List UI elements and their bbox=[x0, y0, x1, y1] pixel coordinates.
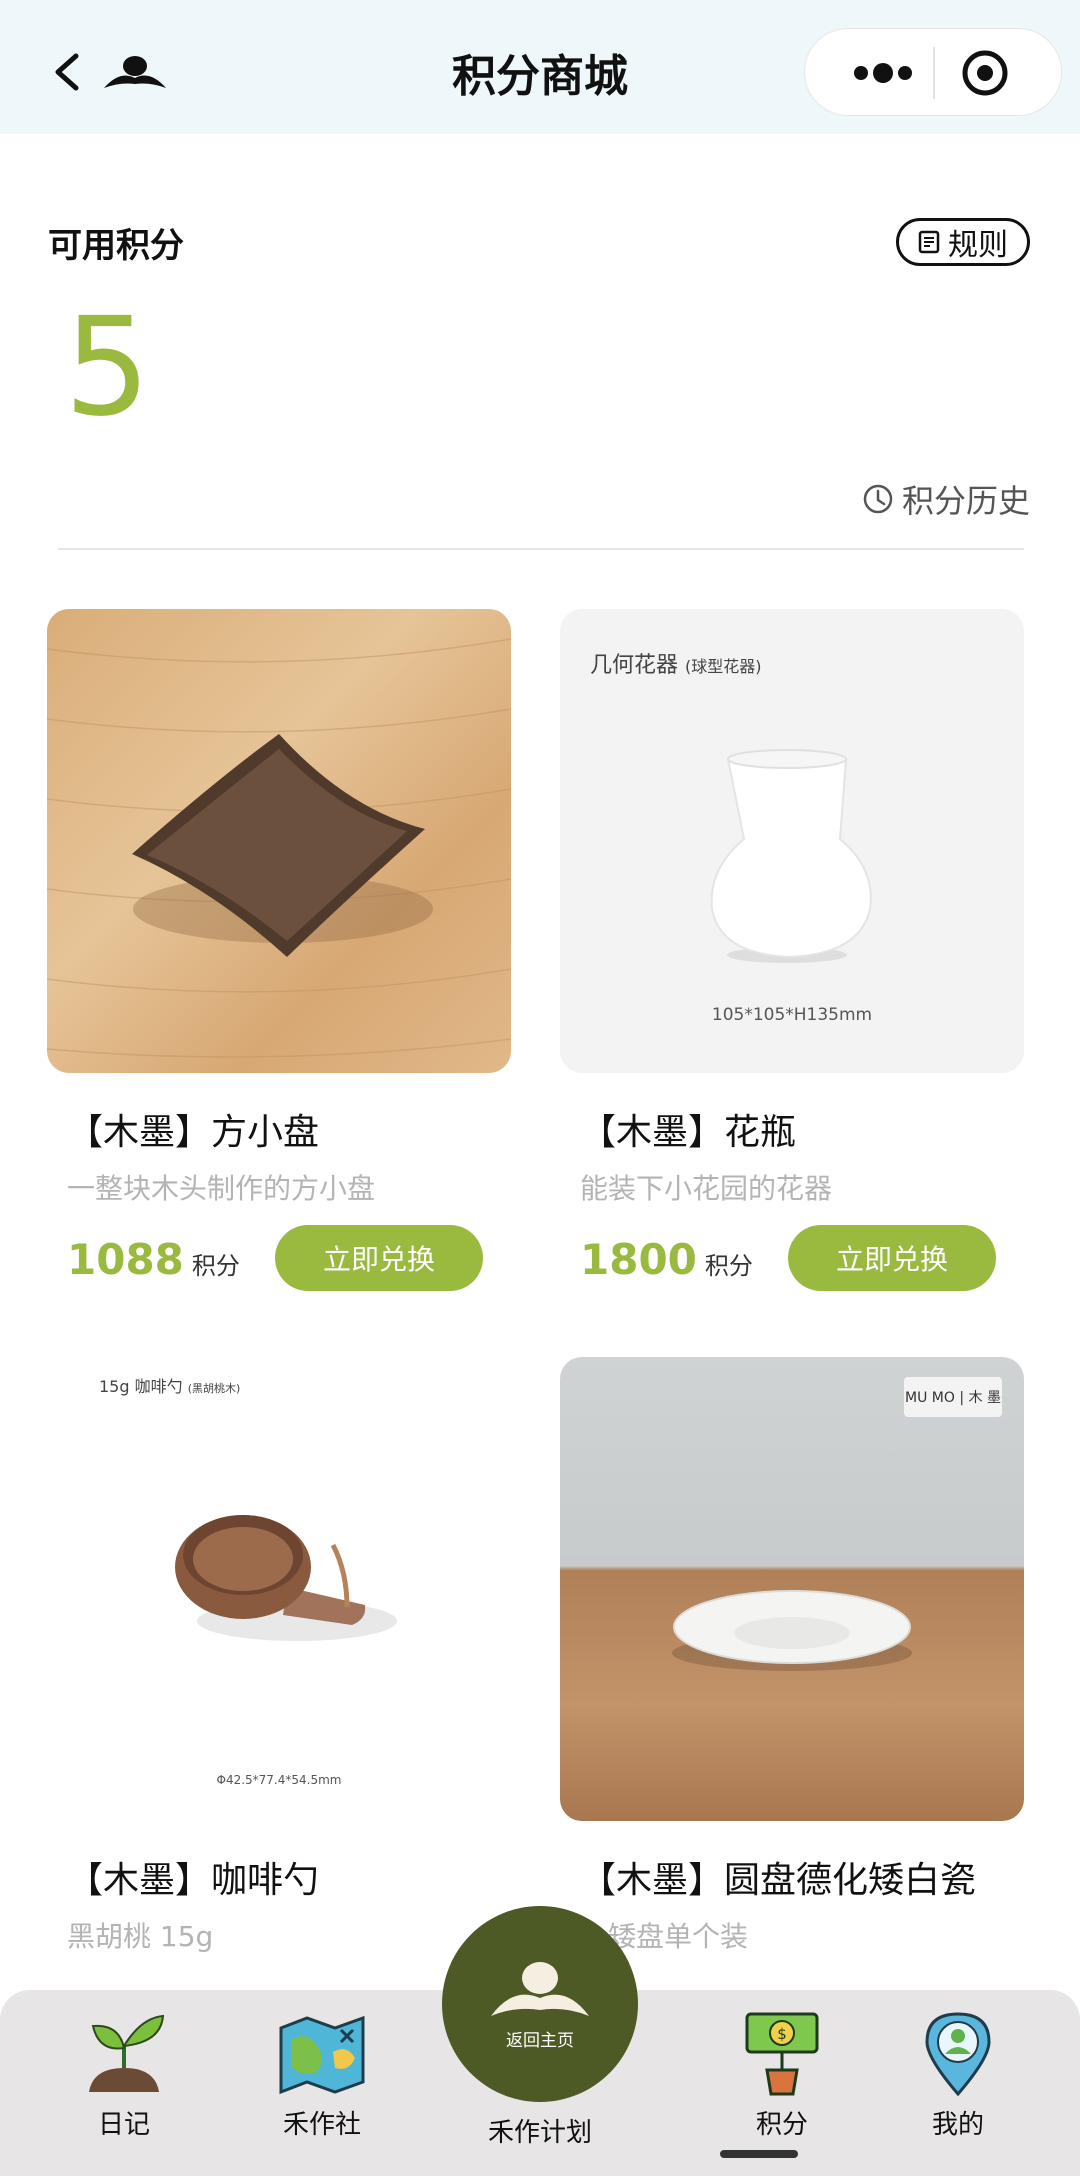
home-button[interactable]: 返回主页 bbox=[442, 1906, 638, 2102]
wood-tray-illustration bbox=[47, 638, 511, 1058]
home-logo-icon bbox=[491, 1961, 589, 2016]
sprout-icon bbox=[89, 2014, 165, 2092]
map-icon bbox=[279, 2015, 365, 2095]
home-button-label: 返回主页 bbox=[506, 2030, 574, 2051]
product-price: 1088 积分 bbox=[67, 1235, 240, 1284]
tab-community[interactable]: 禾作社 bbox=[222, 2008, 422, 2141]
tab-profile[interactable]: 我的 bbox=[858, 2008, 1058, 2141]
product-image[interactable]: 15g 咖啡勺 (黑胡桃木) Φ42.5*77.4*54.5mm bbox=[47, 1357, 511, 1821]
price-value: 1088 bbox=[67, 1235, 184, 1284]
product-card[interactable]: MU MO | 木 墨 【木墨】圆盘德化矮白瓷 小矮盘单个装 bbox=[560, 1357, 1024, 1953]
more-options-icon[interactable] bbox=[831, 59, 931, 87]
nav-header: 积分商城 bbox=[0, 0, 1080, 134]
redeem-button[interactable]: 立即兑换 bbox=[275, 1225, 483, 1291]
capsule-divider bbox=[933, 47, 935, 99]
points-value: 5 bbox=[64, 289, 151, 447]
tab-label: 我的 bbox=[931, 2110, 984, 2140]
close-target-icon[interactable] bbox=[961, 49, 1009, 97]
image-dimensions: Φ42.5*77.4*54.5mm bbox=[216, 1773, 342, 1787]
home-indicator bbox=[720, 2150, 798, 2158]
rules-label: 规则 bbox=[948, 228, 1008, 263]
product-card[interactable]: 几何花器 (球型花器) 105*105*H135mm 【木墨】花瓶 能装下小花园… bbox=[560, 609, 1024, 1291]
white-plate-illustration bbox=[672, 1590, 912, 1671]
tab-label: 日记 bbox=[97, 2110, 150, 2140]
product-description: 黑胡桃 15g bbox=[67, 1920, 214, 1953]
product-card[interactable]: 【木墨】方小盘 一整块木头制作的方小盘 1088 积分 立即兑换 bbox=[47, 609, 511, 1291]
product-name: 【木墨】花瓶 bbox=[580, 1112, 797, 1153]
price-value: 1800 bbox=[580, 1235, 697, 1284]
document-icon bbox=[918, 230, 940, 254]
money-plant-icon: $ bbox=[745, 2012, 819, 2096]
mini-program-capsule bbox=[804, 28, 1062, 116]
available-points-label: 可用积分 bbox=[48, 226, 184, 266]
tab-points[interactable]: $ 积分 bbox=[682, 2008, 882, 2141]
history-label: 积分历史 bbox=[901, 482, 1030, 520]
vase-illustration bbox=[710, 749, 872, 963]
clock-icon bbox=[863, 484, 893, 514]
tab-diary[interactable]: 日记 bbox=[24, 2008, 224, 2141]
coffee-spoon-illustration bbox=[175, 1515, 397, 1641]
product-image[interactable] bbox=[47, 609, 511, 1073]
product-description: 能装下小花园的花器 bbox=[580, 1172, 833, 1205]
product-name: 【木墨】圆盘德化矮白瓷 bbox=[580, 1860, 977, 1901]
product-price: 1800 积分 bbox=[580, 1235, 753, 1284]
section-divider bbox=[58, 548, 1024, 550]
price-unit: 积分 bbox=[704, 1252, 753, 1280]
product-image[interactable]: MU MO | 木 墨 bbox=[560, 1357, 1024, 1821]
product-image[interactable]: 几何花器 (球型花器) 105*105*H135mm bbox=[560, 609, 1024, 1073]
rules-button[interactable]: 规则 bbox=[896, 218, 1030, 266]
redeem-button[interactable]: 立即兑换 bbox=[788, 1225, 996, 1291]
points-history-link[interactable]: 积分历史 bbox=[862, 476, 1030, 522]
tab-label: 禾作社 bbox=[282, 2110, 361, 2140]
product-card[interactable]: 15g 咖啡勺 (黑胡桃木) Φ42.5*77.4*54.5mm 【木墨】咖啡勺… bbox=[47, 1357, 511, 1953]
product-name: 【木墨】方小盘 bbox=[67, 1112, 320, 1153]
image-dimensions: 105*105*H135mm bbox=[711, 1005, 873, 1025]
profile-pin-icon bbox=[925, 2012, 991, 2097]
svg-text:$: $ bbox=[777, 2025, 787, 2043]
product-description: 一整块木头制作的方小盘 bbox=[67, 1172, 376, 1205]
product-name: 【木墨】咖啡勺 bbox=[67, 1860, 320, 1901]
tab-label: 积分 bbox=[755, 2110, 808, 2140]
tab-plan-label[interactable]: 禾作计划 bbox=[440, 2112, 640, 2149]
price-unit: 积分 bbox=[191, 1252, 240, 1280]
